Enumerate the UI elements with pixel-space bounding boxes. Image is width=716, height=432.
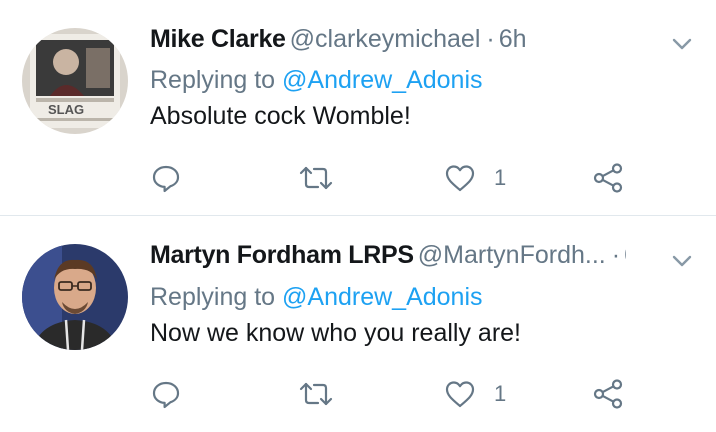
- replying-to-label: Replying to: [150, 66, 276, 94]
- avatar[interactable]: SLAG: [22, 28, 128, 134]
- tweet[interactable]: SLAG Mike Clarke @clarkeymichael · 6h Reply…: [0, 0, 716, 216]
- avatar[interactable]: [22, 244, 128, 350]
- reply-button[interactable]: [150, 374, 182, 414]
- author-handle[interactable]: @MartynFordh...: [418, 241, 606, 269]
- replying-to: Replying to @Andrew_Adonis: [150, 63, 483, 97]
- share-icon: [593, 379, 623, 409]
- share-button[interactable]: [592, 158, 624, 198]
- retweet-button[interactable]: [298, 374, 334, 414]
- heart-icon: [445, 165, 475, 192]
- heart-icon: [445, 381, 475, 408]
- mention-link[interactable]: @Andrew_Adonis: [282, 66, 483, 94]
- tweet-text: Absolute cock Womble!: [150, 102, 411, 130]
- share-icon: [593, 163, 623, 193]
- separator-dot: ·: [611, 241, 621, 269]
- reply-icon: [152, 165, 180, 193]
- like-count: 1: [494, 165, 507, 190]
- chevron-down-icon[interactable]: [670, 249, 694, 273]
- author-handle[interactable]: @clarkeymichael: [290, 25, 481, 53]
- timestamp[interactable]: 6h: [624, 241, 626, 269]
- timestamp[interactable]: 6h: [499, 25, 527, 53]
- separator-dot: ·: [486, 25, 495, 53]
- avatar-caption: SLAG: [48, 102, 84, 117]
- author-name[interactable]: Mike Clarke: [150, 25, 286, 53]
- retweet-icon: [299, 166, 333, 190]
- avatar-image: [22, 244, 128, 350]
- reply-button[interactable]: [150, 158, 182, 198]
- tweet[interactable]: Martyn Fordham LRPS@MartynFordh...·6h Re…: [0, 217, 716, 432]
- replying-to: Replying to @Andrew_Adonis: [150, 280, 483, 314]
- tweet-actions: 1: [0, 374, 716, 414]
- retweet-button[interactable]: [298, 158, 334, 198]
- like-count: 1: [494, 381, 507, 406]
- like-button[interactable]: 1: [444, 374, 506, 414]
- retweet-icon: [299, 382, 333, 406]
- tweet-actions: 1: [0, 158, 716, 198]
- chevron-down-icon[interactable]: [670, 32, 694, 56]
- avatar-image: SLAG: [22, 28, 128, 134]
- like-button[interactable]: 1: [444, 158, 506, 198]
- replying-to-label: Replying to: [150, 283, 276, 311]
- tweet-header: Martyn Fordham LRPS@MartynFordh...·6h: [150, 238, 626, 272]
- share-button[interactable]: [592, 374, 624, 414]
- tweet-header: Mike Clarke @clarkeymichael · 6h: [150, 22, 626, 56]
- tweet-text: Now we know who you really are!: [150, 319, 521, 347]
- reply-icon: [152, 381, 180, 409]
- mention-link[interactable]: @Andrew_Adonis: [282, 283, 483, 311]
- author-name[interactable]: Martyn Fordham LRPS: [150, 241, 414, 269]
